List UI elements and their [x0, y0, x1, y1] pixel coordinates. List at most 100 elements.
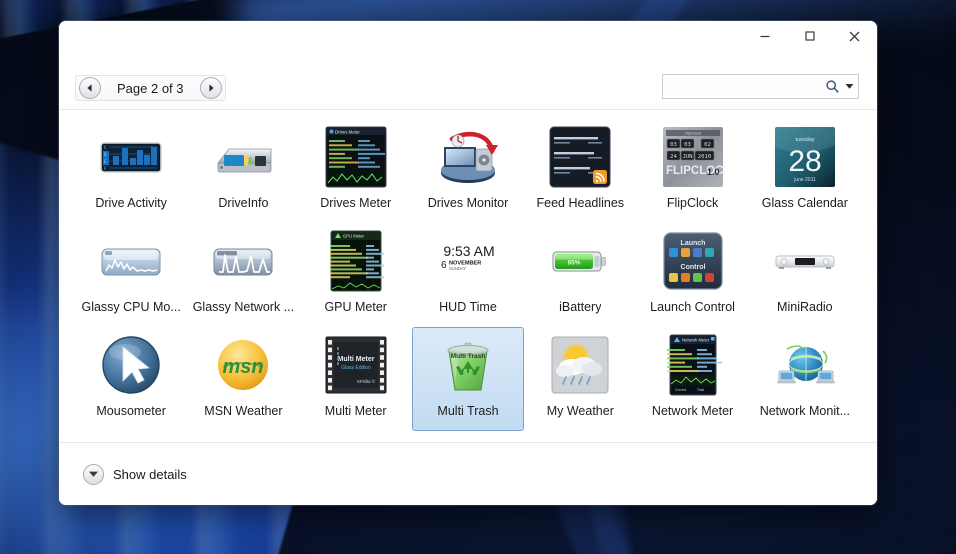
flipclock-thumb: FlipClock 03 03 02 24 JUN 2010 FLIPCLOCK… — [661, 125, 725, 189]
svg-text:Control: Control — [680, 264, 705, 271]
svg-text:Multi Trash: Multi Trash — [451, 353, 486, 360]
gadget-item-label: Glass Calendar — [761, 196, 848, 210]
gadget-item-msn-weather[interactable]: msn MSN Weather — [187, 327, 299, 431]
svg-text:SUNDAY: SUNDAY — [449, 266, 466, 271]
gpu-meter-thumb: GPU Meter — [324, 229, 388, 293]
maximize-button[interactable] — [787, 21, 832, 51]
gadget-item-hud-time[interactable]: 9:53 AM 6 NOVEMBER SUNDAY HUD Time — [412, 223, 524, 327]
svg-text:msn: msn — [223, 356, 264, 378]
svg-text:28: 28 — [788, 145, 821, 178]
close-button[interactable] — [832, 21, 877, 51]
gadget-item-label: Feed Headlines — [536, 196, 625, 210]
svg-text:9:53 AM: 9:53 AM — [443, 243, 494, 259]
feed-headlines-thumb — [548, 125, 612, 189]
svg-text:JUN: JUN — [682, 154, 692, 160]
next-page-button[interactable] — [199, 77, 222, 99]
gadget-item-multi-trash[interactable]: Multi Trash Multi Trash — [411, 327, 525, 431]
driveinfo-thumb — [211, 125, 275, 189]
gadget-item-label: Drive Activity — [95, 196, 167, 210]
minimize-button[interactable] — [742, 21, 787, 51]
svg-text:SFkilla ©: SFkilla © — [356, 378, 375, 384]
network-meter-thumb: Network Meter Current Total — [661, 333, 725, 397]
search-input[interactable] — [669, 79, 823, 94]
gadget-item-label: Multi Trash — [437, 404, 499, 418]
gadget-item-drives-meter[interactable]: Drives Meter Drives Meter — [300, 119, 412, 223]
gadget-item-label: Drives Monitor — [427, 196, 509, 210]
chevron-left-icon — [87, 84, 92, 92]
desktop-background: Page 2 of 3 C D E F Drive Activity Drive… — [0, 0, 956, 554]
gadget-grid: CDEF Drive Activity DriveInfo Drives Met… — [75, 119, 861, 431]
search-box[interactable] — [662, 74, 859, 99]
show-details-toggle[interactable]: Show details — [83, 463, 187, 485]
drives-meter-thumb: Drives Meter — [324, 125, 388, 189]
chevron-right-icon — [208, 84, 214, 92]
gadget-item-flipclock[interactable]: FlipClock 03 03 02 24 JUN 2010 FLIPCLOCK… — [636, 119, 748, 223]
previous-page-button[interactable] — [79, 77, 101, 99]
gadget-item-label: MSN Weather — [204, 404, 283, 418]
gadget-item-label: HUD Time — [439, 300, 497, 314]
gadget-item-label: DriveInfo — [218, 196, 269, 210]
launch-control-thumb: Launch Control — [661, 229, 725, 293]
svg-text:6: 6 — [441, 260, 447, 271]
gadget-item-label: GPU Meter — [324, 300, 387, 314]
gadget-item-drive-activity[interactable]: CDEF Drive Activity — [75, 119, 187, 223]
page-navigator: Page 2 of 3 — [75, 75, 226, 101]
search-dropdown-chevron-down-icon[interactable] — [842, 83, 856, 90]
multi-meter-thumb: Multi Meter Glass Edition SFkilla © — [324, 333, 388, 397]
msn-weather-thumb: msn — [211, 333, 275, 397]
drives-monitor-thumb — [436, 125, 500, 189]
svg-text:Current: Current — [675, 388, 686, 392]
svg-text:FlipClock: FlipClock — [685, 132, 701, 136]
gadget-item-driveinfo[interactable]: DriveInfo — [187, 119, 299, 223]
gadget-gallery-window: Page 2 of 3 C D E F Drive Activity Drive… — [59, 21, 877, 505]
gadget-grid-area: CDEF Drive Activity DriveInfo Drives Met… — [59, 110, 877, 442]
gadget-item-network-monitor[interactable]: Network Monit... — [749, 327, 861, 431]
gallery-toolbar: Page 2 of 3 — [59, 67, 877, 109]
page-indicator-label: Page 2 of 3 — [117, 80, 184, 96]
svg-text:Launch: Launch — [680, 240, 705, 247]
gadget-item-drives-monitor[interactable]: Drives Monitor — [412, 119, 524, 223]
gadget-item-label: FlipClock — [666, 196, 719, 210]
chevron-down-circle-icon[interactable] — [83, 463, 104, 485]
gadget-item-label: Launch Control — [650, 300, 735, 314]
hud-time-thumb: 9:53 AM 6 NOVEMBER SUNDAY — [436, 229, 500, 293]
gadget-item-miniradio[interactable]: MiniRadio — [749, 223, 861, 327]
window-footer: Show details — [59, 443, 877, 505]
svg-text:Drives Meter: Drives Meter — [335, 130, 360, 135]
miniradio-thumb — [773, 229, 837, 293]
svg-text:02: 02 — [704, 142, 711, 148]
gadget-item-launch-control[interactable]: Launch Control Launch Control — [636, 223, 748, 327]
multi-trash-thumb: Multi Trash — [436, 333, 500, 397]
gadget-item-glassy-network-monitor[interactable]: Glassy Network ... — [187, 223, 299, 327]
glassy-cpu-thumb — [99, 229, 163, 293]
svg-text:tuesday: tuesday — [795, 137, 814, 143]
search-icon[interactable] — [822, 79, 842, 94]
gadget-item-feed-headlines[interactable]: Feed Headlines — [524, 119, 636, 223]
gadget-item-label: MiniRadio — [777, 300, 833, 314]
svg-text:Multi Meter: Multi Meter — [337, 356, 374, 363]
gadget-item-mousometer[interactable]: Mousometer — [75, 327, 187, 431]
svg-text:85%: 85% — [568, 259, 581, 266]
svg-text:Glass Edition: Glass Edition — [341, 365, 371, 371]
gadget-item-label: Glassy CPU Mo... — [81, 300, 181, 314]
svg-text:03: 03 — [684, 142, 691, 148]
gadget-item-glassy-cpu-monitor[interactable]: Glassy CPU Mo... — [75, 223, 187, 327]
gadget-item-label: My Weather — [546, 404, 614, 418]
gadget-item-multi-meter[interactable]: Multi Meter Glass Edition SFkilla © Mult… — [300, 327, 412, 431]
drive-activity-thumb: CDEF — [99, 125, 163, 189]
glass-calendar-thumb: tuesday 28 june 2011 — [773, 125, 837, 189]
window-titlebar — [59, 21, 877, 67]
network-monitor-thumb — [773, 333, 837, 397]
gadget-item-my-weather[interactable]: My Weather — [524, 327, 636, 431]
show-details-label: Show details — [113, 466, 187, 482]
gadget-item-label: Drives Meter — [320, 196, 392, 210]
gadget-item-label: Glassy Network ... — [192, 300, 295, 314]
gadget-item-glass-calendar[interactable]: tuesday 28 june 2011 Glass Calendar — [749, 119, 861, 223]
svg-text:Total: Total — [697, 388, 704, 392]
gadget-item-network-meter[interactable]: Network Meter Current Total Network Meter — [636, 327, 748, 431]
svg-text:GPU Meter: GPU Meter — [343, 234, 365, 239]
my-weather-thumb — [548, 333, 612, 397]
gadget-item-gpu-meter[interactable]: GPU Meter GPU Meter — [300, 223, 412, 327]
gadget-item-label: Multi Meter — [324, 404, 387, 418]
gadget-item-ibattery[interactable]: 85% iBattery — [524, 223, 636, 327]
